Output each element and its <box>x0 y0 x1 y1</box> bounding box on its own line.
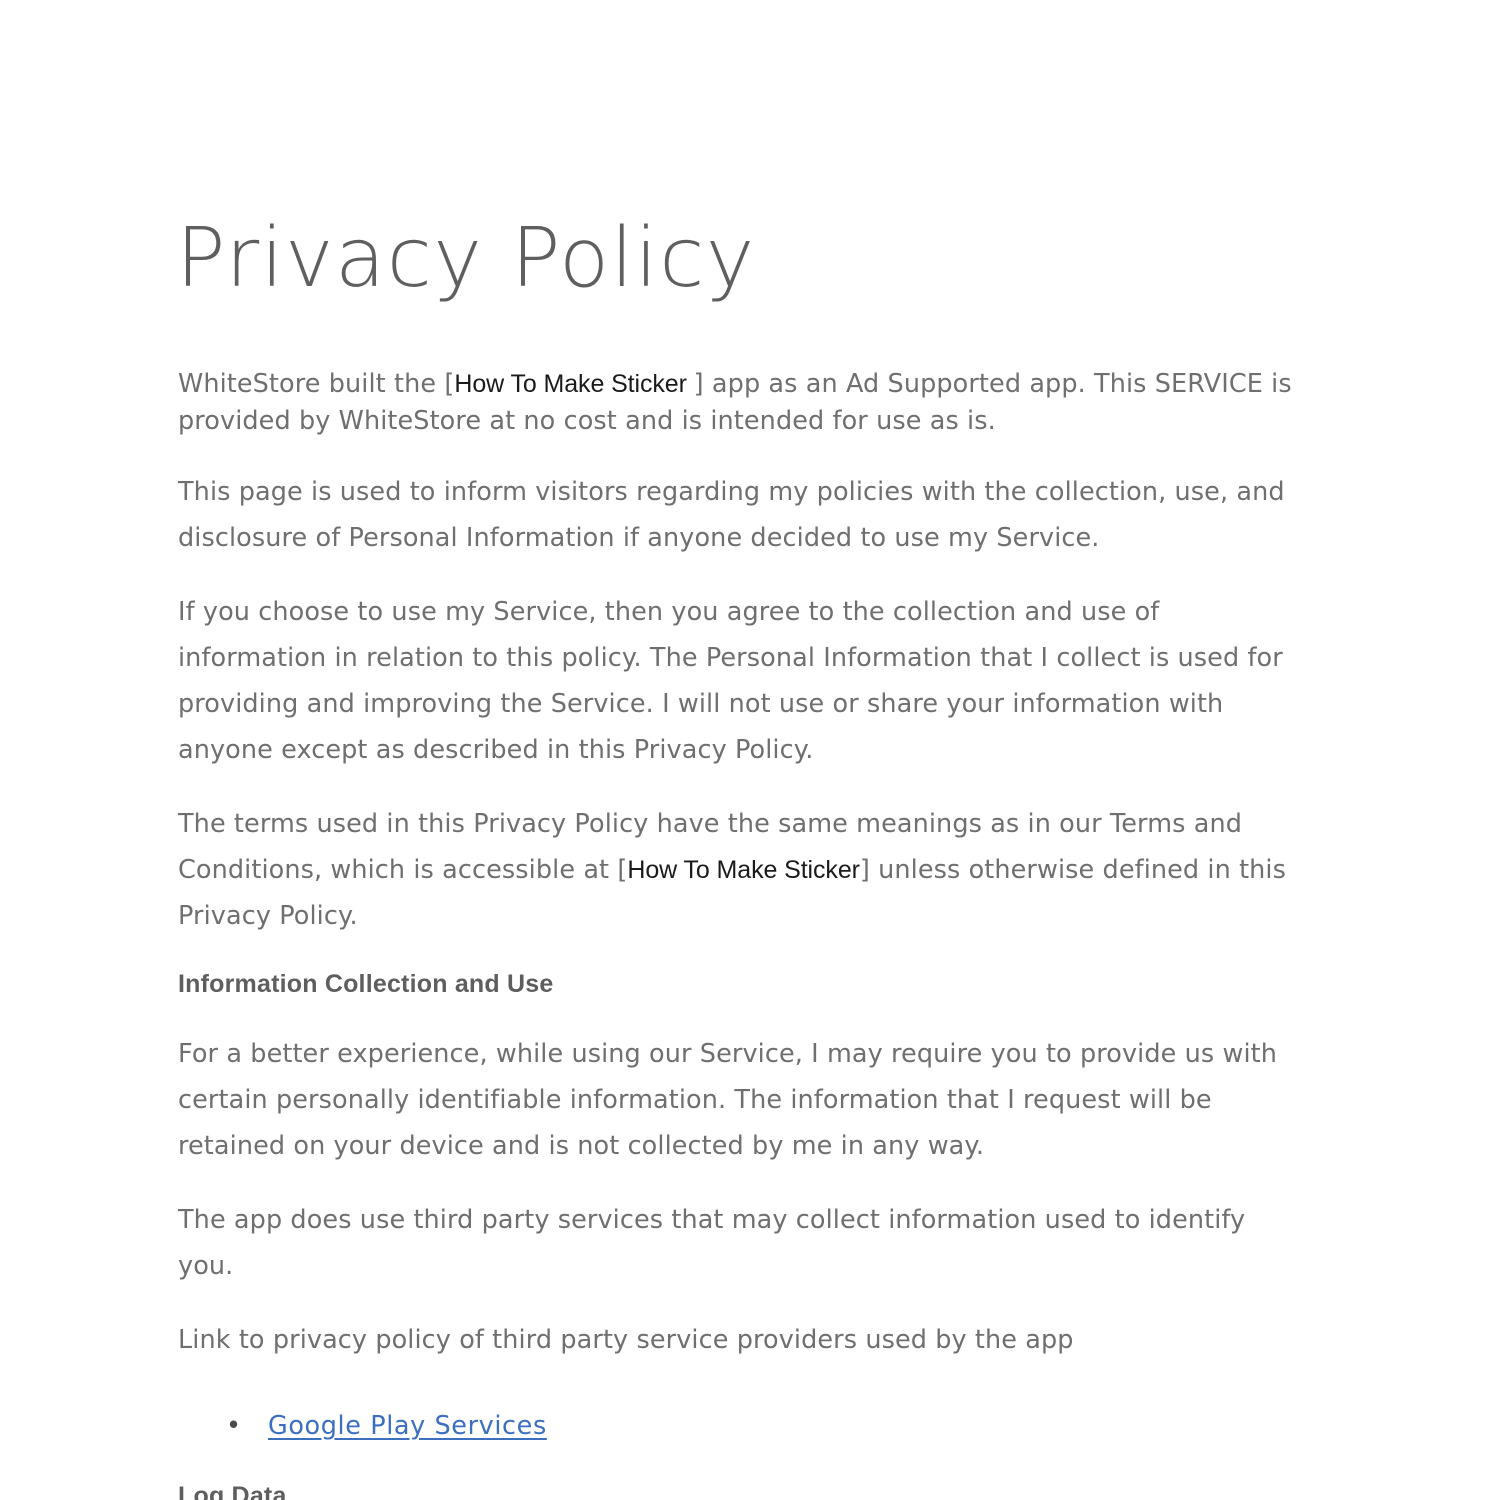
heading-log-data: Log Data <box>178 1482 287 1500</box>
paragraph-link-intro: Link to privacy policy of third party se… <box>178 1325 1074 1355</box>
app-name-reference: How To Make Sticker <box>454 370 694 398</box>
link-google-play-services[interactable]: Google Play Services <box>268 1411 547 1441</box>
list-item: • Google Play Services <box>178 1403 1308 1449</box>
paragraph-intro: WhiteStore built the [How To Make Sticke… <box>178 366 1308 440</box>
paragraph-third-party-services: The app does use third party services th… <box>178 1205 1246 1281</box>
paragraph-choose-to-use: If you choose to use my Service, then yo… <box>178 597 1283 765</box>
page-title: Privacy Policy <box>176 211 756 306</box>
paragraph-terms: The terms used in this Privacy Policy ha… <box>178 801 1308 939</box>
bullet-icon: • <box>226 1411 242 1441</box>
heading-information-collection-and-use: Information Collection and Use <box>178 970 554 998</box>
privacy-policy-page: Privacy Policy WhiteStore built the [How… <box>0 0 1500 1500</box>
paragraph-better-experience: For a better experience, while using our… <box>178 1039 1277 1161</box>
document-body: WhiteStore built the [How To Make Sticke… <box>178 366 1308 1500</box>
app-name-reference-terms: How To Make Sticker <box>627 856 860 884</box>
paragraph-inform-visitors: This page is used to inform visitors reg… <box>178 477 1285 553</box>
third-party-link-list: • Google Play Services <box>178 1403 1308 1449</box>
intro-text-before-app-name: WhiteStore built the [ <box>178 369 455 399</box>
